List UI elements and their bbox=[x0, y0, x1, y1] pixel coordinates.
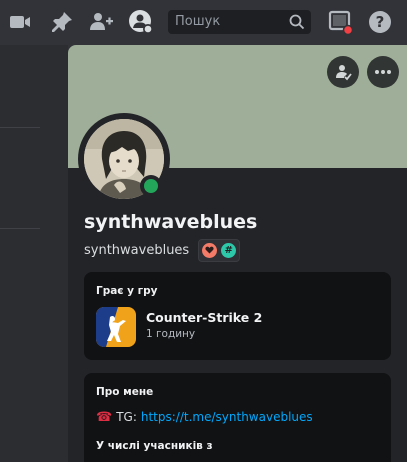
hashtag-badge-icon[interactable]: # bbox=[221, 242, 237, 258]
online-status-dot bbox=[144, 179, 158, 193]
about-me-card: Про мене ☎ TG: https://t.me/synthwaveblu… bbox=[84, 373, 391, 462]
heart-badge-icon[interactable] bbox=[202, 242, 218, 258]
divider bbox=[0, 127, 40, 128]
add-friend-icon bbox=[336, 65, 352, 81]
badge-list: # bbox=[198, 238, 241, 262]
channel-list-edge bbox=[0, 45, 68, 462]
user-profile-panel: synthwaveblues synthwaveblues # Грає у г… bbox=[68, 45, 407, 462]
member-since-title: У числі учасників з bbox=[96, 440, 213, 452]
activity-title: Грає у гру bbox=[96, 285, 158, 297]
about-text: ☎ TG: https://t.me/synthwaveblues bbox=[96, 407, 313, 427]
username: synthwaveblues bbox=[84, 242, 190, 258]
search-icon bbox=[289, 14, 305, 39]
game-name: Counter-Strike 2 bbox=[146, 310, 263, 325]
add-member-icon[interactable] bbox=[87, 8, 115, 36]
avatar-frame[interactable] bbox=[78, 113, 170, 205]
video-icon[interactable] bbox=[6, 8, 34, 36]
telephone-icon: ☎ bbox=[96, 409, 113, 425]
search-placeholder: Пошук bbox=[175, 14, 221, 29]
inbox-icon[interactable] bbox=[326, 8, 354, 36]
username-row: synthwaveblues # bbox=[84, 238, 241, 262]
help-icon[interactable]: ? bbox=[366, 8, 394, 36]
status-indicator bbox=[140, 175, 162, 197]
member-list-icon[interactable] bbox=[127, 8, 155, 36]
game-duration: 1 годину bbox=[146, 328, 196, 340]
tg-label: TG: bbox=[116, 410, 137, 424]
svg-text:?: ? bbox=[376, 13, 385, 31]
add-friend-button[interactable] bbox=[327, 56, 359, 88]
telegram-link[interactable]: https://t.me/synthwaveblues bbox=[141, 410, 313, 424]
channel-toolbar: Пошук ? bbox=[0, 0, 407, 45]
activity-card: Грає у гру Counter-Strike 2 1 годину bbox=[84, 272, 391, 360]
game-icon[interactable] bbox=[96, 307, 136, 347]
more-icon bbox=[375, 70, 391, 74]
pin-icon[interactable] bbox=[48, 8, 76, 36]
about-title: Про мене bbox=[96, 386, 154, 398]
search-input[interactable]: Пошук bbox=[168, 10, 311, 34]
more-options-button[interactable] bbox=[367, 56, 399, 88]
divider bbox=[0, 228, 40, 229]
display-name: synthwaveblues bbox=[84, 211, 258, 233]
